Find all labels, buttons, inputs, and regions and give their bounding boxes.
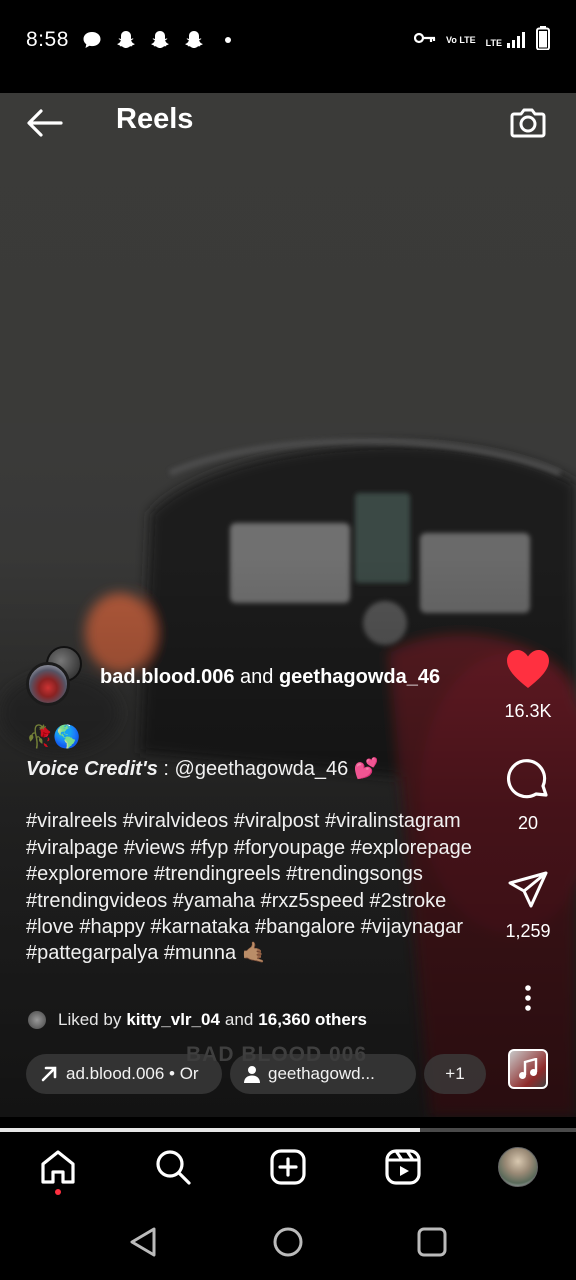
- heart-icon[interactable]: [505, 648, 551, 690]
- back-button[interactable]: [24, 105, 64, 141]
- page-title: Reels: [116, 103, 194, 135]
- recents-icon: [417, 1227, 447, 1257]
- more-tags-chip[interactable]: +1: [424, 1054, 486, 1094]
- caption[interactable]: Voice Credit's : @geethagowda_46 💕 #vira…: [26, 756, 496, 967]
- caption-emoji: 🥀🌎: [26, 724, 81, 749]
- android-recents-button[interactable]: [414, 1224, 450, 1260]
- lte-label: LTE: [485, 38, 502, 48]
- like-action[interactable]: 16.3K: [496, 648, 560, 722]
- more-tags-label: +1: [445, 1064, 465, 1083]
- home-icon: [41, 1150, 75, 1184]
- arrow-left-icon: [27, 109, 63, 137]
- liked-by-row[interactable]: Liked by kitty_vlr_04 and 16,360 others: [28, 1010, 372, 1030]
- link-chip[interactable]: ad.blood.006 • Or: [26, 1054, 222, 1094]
- reels-header: Reels: [0, 93, 576, 153]
- liked-prefix: Liked by: [58, 1010, 122, 1029]
- person-icon: [244, 1066, 260, 1083]
- status-bar: 8:58 Vo LTE LTE: [0, 0, 576, 80]
- bottom-nav: [0, 1132, 576, 1204]
- back-icon: [130, 1227, 156, 1257]
- search-icon: [156, 1150, 191, 1185]
- android-back-button[interactable]: [126, 1224, 162, 1260]
- nav-home[interactable]: [38, 1147, 78, 1187]
- arrow-up-right-icon: [41, 1066, 57, 1082]
- authors-label[interactable]: bad.blood.006 and geethagowda_46: [100, 666, 440, 689]
- more-options-button[interactable]: [496, 984, 560, 1014]
- snapchat-icon: [115, 29, 137, 51]
- avatar[interactable]: [26, 662, 70, 706]
- credit-label: Voice Credit's: [26, 758, 158, 780]
- nav-profile[interactable]: [498, 1147, 538, 1187]
- comment-icon[interactable]: [506, 758, 550, 802]
- like-count: 16.3K: [504, 701, 552, 721]
- snapchat-icon: [149, 29, 171, 51]
- chips-row: ad.blood.006 • Or geethagowd... +1: [26, 1054, 486, 1094]
- profile-avatar: [498, 1147, 538, 1187]
- home-active-dot: [55, 1189, 61, 1195]
- collab-username[interactable]: geethagowda_46: [279, 666, 440, 688]
- author-row[interactable]: bad.blood.006 and geethagowda_46: [26, 646, 440, 706]
- link-chip-label: ad.blood.006 • Or: [66, 1064, 199, 1083]
- comment-action[interactable]: 20: [496, 758, 560, 834]
- create-icon: [270, 1149, 306, 1185]
- notification-icons: [81, 29, 239, 51]
- camera-icon: [510, 108, 546, 138]
- snapchat-icon: [183, 29, 205, 51]
- authors-connector: and: [240, 665, 274, 688]
- lte-signal-icon: LTE: [486, 32, 526, 48]
- status-time: 8:58: [26, 28, 69, 51]
- nav-create[interactable]: [268, 1147, 308, 1187]
- avatar: [28, 1011, 46, 1029]
- volte-icon: Vo LTE: [445, 34, 476, 45]
- nav-search[interactable]: [153, 1147, 193, 1187]
- send-icon[interactable]: [507, 870, 549, 910]
- comment-count: 20: [517, 813, 539, 833]
- reels-icon: [385, 1149, 421, 1185]
- author-avatars[interactable]: [26, 646, 86, 706]
- liked-and: and: [224, 1010, 254, 1029]
- tagged-user-chip[interactable]: geethagowd...: [230, 1054, 416, 1094]
- share-count: 1,259: [505, 921, 551, 941]
- audio-thumbnail[interactable]: [508, 1049, 548, 1089]
- chat-icon: [81, 29, 103, 51]
- liked-user[interactable]: kitty_vlr_04: [126, 1010, 220, 1030]
- dot-icon: [217, 29, 239, 51]
- credit-mention[interactable]: @geethagowda_46: [175, 758, 349, 780]
- nav-reels[interactable]: [383, 1147, 423, 1187]
- home-circle-icon: [273, 1227, 303, 1257]
- more-vertical-icon: [525, 985, 531, 1011]
- tagged-user-label: geethagowd...: [268, 1064, 375, 1083]
- liked-others[interactable]: 16,360 others: [258, 1010, 367, 1030]
- author-username[interactable]: bad.blood.006: [100, 666, 234, 688]
- camera-button[interactable]: [508, 102, 548, 142]
- android-nav-bar: [0, 1204, 576, 1280]
- share-action[interactable]: 1,259: [496, 870, 560, 942]
- credit-emoji: 💕: [348, 758, 379, 780]
- caption-hashtags[interactable]: #viralreels #viralvideos #viralpost #vir…: [26, 808, 496, 966]
- music-note-icon: [519, 1058, 538, 1079]
- key-icon: [413, 31, 436, 50]
- credit-separator: :: [157, 758, 175, 780]
- android-home-button[interactable]: [270, 1224, 306, 1260]
- battery-icon: [536, 25, 550, 55]
- system-icons: Vo LTE LTE: [413, 25, 550, 55]
